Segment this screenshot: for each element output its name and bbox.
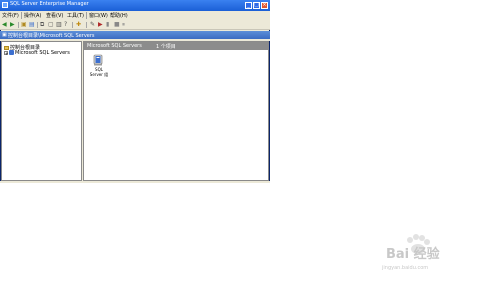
title-bar[interactable]: SQL Server Enterprise Manager _ □ × [0,0,270,11]
properties-icon[interactable]: ⧉ [40,22,44,28]
pause-icon[interactable]: ⏸ [122,22,125,28]
window-title: SQL Server Enterprise Manager [10,1,89,7]
details-title: Microsoft SQL Servers [87,43,142,49]
menu-tools[interactable]: 工具(T) [67,12,84,19]
details-header: Microsoft SQL Servers 1 个项目 [84,42,268,50]
new-server-icon[interactable]: ✚ [76,22,81,28]
tree-node-sql-servers[interactable]: + Microsoft SQL Servers [4,50,70,56]
item-count: 1 个项目 [156,44,176,50]
tree-child-label: Microsoft SQL Servers [15,50,70,56]
new-icon[interactable]: ▢ [48,22,54,28]
folder-icon [4,45,9,50]
toolbar-divider [18,22,19,28]
console-path: 控制台根目录\Microsoft SQL Servers [8,33,95,39]
toolbar-divider [72,22,73,28]
toolbar: ◀ ▶ ▣ ▤ ⧉ ▢ ▥ ? ✚ ✎ ▶ ▮ ■ ⏸ [0,20,270,30]
sql-server-group-label[interactable]: SQL Server 组 [88,67,110,77]
forward-icon[interactable]: ▶ [10,22,15,28]
show-tree-icon[interactable]: ▤ [29,22,35,28]
export-icon[interactable]: ▥ [56,22,62,28]
menu-help[interactable]: 帮助(H) [110,12,128,19]
run-icon[interactable]: ▶ [98,22,103,28]
stop-icon[interactable]: ■ [114,22,120,28]
menu-action[interactable]: 操作(A) [24,12,41,19]
help-icon[interactable]: ? [64,22,67,28]
menu-window[interactable]: 窗口(W) [89,12,108,19]
menu-bar: 文件(F) 操作(A) 查看(V) 工具(T) 窗口(W) 帮助(H) [0,11,270,20]
console-tree: 控制台根目录 + Microsoft SQL Servers [1,41,82,181]
maximize-button[interactable]: □ [253,2,260,9]
toolbar-divider [37,22,38,28]
mmc-window: SQL Server Enterprise Manager _ □ × 文件(F… [0,0,270,183]
menu-file[interactable]: 文件(F) [2,12,19,19]
menu-view[interactable]: 查看(V) [46,12,63,19]
console-root-icon: ▣ [2,32,7,38]
expand-icon[interactable]: + [4,50,8,55]
details-pane: Microsoft SQL Servers 1 个项目 SQL Server 组 [83,41,269,181]
status-bar [0,181,270,183]
sql-server-icon [9,50,14,55]
watermark-brand: Bai 经验 [386,247,440,262]
sql-server-group-icon[interactable] [93,54,103,66]
toolbar-divider [86,22,87,28]
minimize-button[interactable]: _ [245,2,252,9]
watermark-url: jingyan.baidu.com [382,265,429,271]
close-button[interactable]: × [261,2,268,9]
up-folder-icon[interactable]: ▣ [21,22,27,28]
app-icon [2,2,8,8]
back-icon[interactable]: ◀ [2,22,7,28]
console-path-bar: ▣ 控制台根目录\Microsoft SQL Servers [0,31,270,39]
menu-divider [86,12,87,19]
wizard-icon[interactable]: ✎ [90,22,95,28]
start-icon[interactable]: ▮ [106,22,109,28]
menu-divider [21,12,22,19]
